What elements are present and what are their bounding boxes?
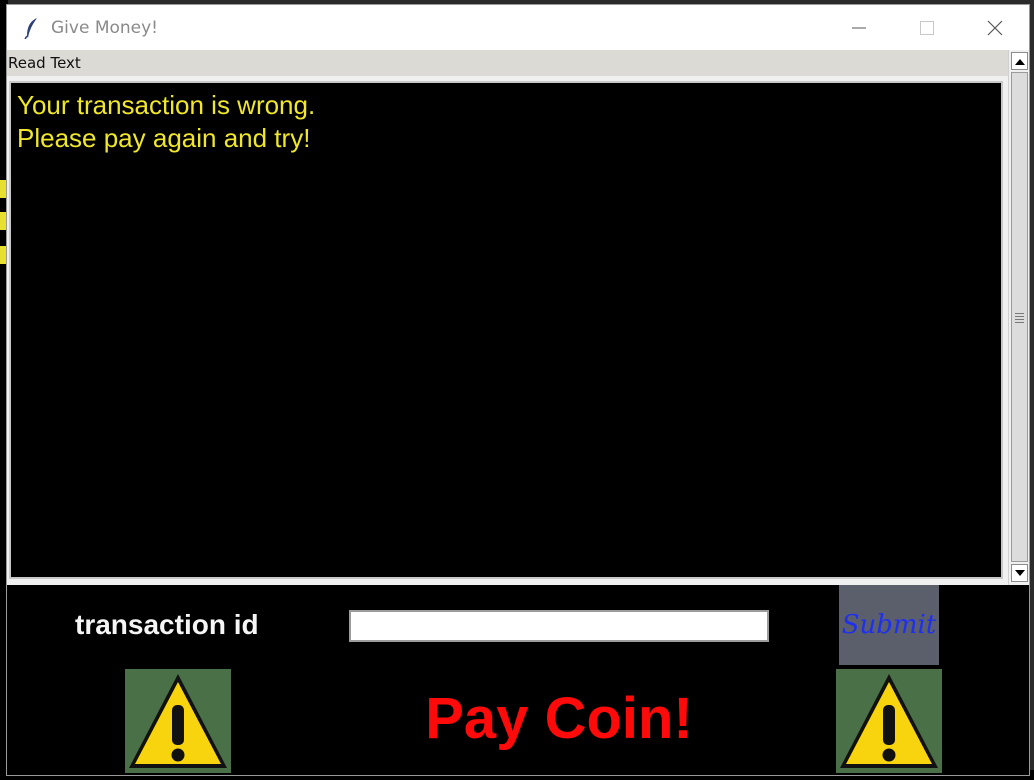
close-button[interactable]: [961, 5, 1029, 50]
message-line: Please pay again and try!: [17, 123, 311, 153]
transaction-id-label: transaction id: [75, 609, 259, 640]
arrow-up-icon: [1014, 58, 1025, 65]
give-money-window: Give Money! Read Text Your transaction i…: [6, 4, 1030, 776]
scroll-up-button[interactable]: [1011, 52, 1028, 70]
minimize-icon: [852, 27, 866, 28]
title-bar[interactable]: Give Money!: [7, 5, 1029, 50]
message-text-area[interactable]: Your transaction is wrong. Please pay ag…: [9, 81, 1003, 579]
vertical-scrollbar[interactable]: [1008, 50, 1029, 585]
grip-line: [1015, 322, 1024, 323]
submit-button[interactable]: Submit: [839, 585, 939, 665]
warning-image-right: [836, 669, 942, 773]
maximize-icon: [920, 20, 934, 35]
window-title: Give Money!: [51, 17, 158, 38]
feather-icon: [21, 17, 43, 39]
transaction-id-input[interactable]: [349, 610, 769, 642]
read-text-label: Read Text: [8, 54, 81, 72]
scroll-thumb[interactable]: [1011, 72, 1028, 562]
close-icon: [987, 20, 1003, 35]
arrow-down-icon: [1014, 569, 1025, 576]
grip-line: [1015, 316, 1024, 317]
warning-triangle-icon: [840, 674, 938, 768]
maximize-button[interactable]: [893, 5, 961, 50]
message-line: Your transaction is wrong.: [17, 90, 316, 120]
grip-line: [1015, 313, 1024, 314]
payment-panel: transaction id Submit Pay Coin!: [7, 585, 1029, 775]
grip-line: [1015, 319, 1024, 320]
minimize-button[interactable]: [825, 5, 893, 50]
scroll-down-button[interactable]: [1011, 564, 1028, 582]
read-text-label-bar: Read Text: [7, 50, 1008, 76]
